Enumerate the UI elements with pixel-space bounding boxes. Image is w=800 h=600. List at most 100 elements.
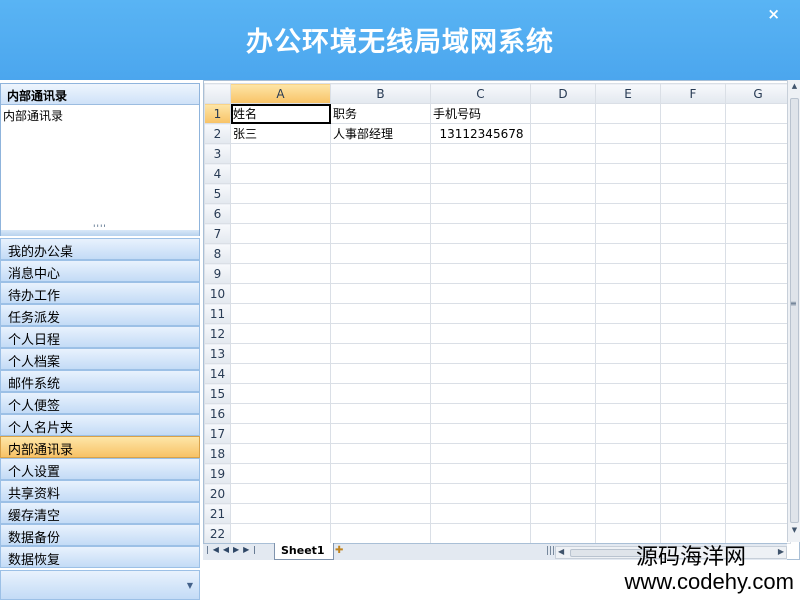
cell[interactable]: [230, 483, 331, 504]
cell[interactable]: [530, 443, 596, 464]
cell[interactable]: [530, 123, 596, 144]
cell[interactable]: [595, 263, 661, 284]
cell[interactable]: [530, 523, 596, 544]
cell[interactable]: [725, 283, 791, 304]
cell[interactable]: [230, 463, 331, 484]
cell[interactable]: [725, 443, 791, 464]
cell[interactable]: [530, 203, 596, 224]
cell[interactable]: [595, 183, 661, 204]
scroll-thumb[interactable]: [790, 98, 799, 523]
cell[interactable]: [430, 463, 531, 484]
cell[interactable]: [725, 243, 791, 264]
cell[interactable]: [660, 283, 726, 304]
cell[interactable]: [330, 303, 431, 324]
cell[interactable]: [430, 143, 531, 164]
cell[interactable]: [430, 523, 531, 544]
row-header[interactable]: 8: [204, 243, 231, 264]
row-header[interactable]: 6: [204, 203, 231, 224]
cell[interactable]: [230, 283, 331, 304]
column-header[interactable]: D: [530, 83, 596, 104]
cell[interactable]: [230, 163, 331, 184]
row-header[interactable]: 13: [204, 343, 231, 364]
row-header[interactable]: 15: [204, 383, 231, 404]
column-header[interactable]: A: [230, 83, 331, 104]
sheet-tab[interactable]: Sheet1: [274, 543, 334, 560]
column-header[interactable]: F: [660, 83, 726, 104]
cell[interactable]: [230, 143, 331, 164]
cell[interactable]: [330, 423, 431, 444]
select-all-corner[interactable]: [204, 83, 231, 104]
cell[interactable]: [530, 383, 596, 404]
cell[interactable]: [660, 143, 726, 164]
cell[interactable]: [530, 363, 596, 384]
cell[interactable]: [530, 343, 596, 364]
add-sheet-icon[interactable]: ✚: [335, 545, 343, 556]
nav-item[interactable]: 任务派发: [0, 304, 200, 326]
cell[interactable]: [230, 443, 331, 464]
cell[interactable]: [595, 283, 661, 304]
cell[interactable]: [330, 503, 431, 524]
nav-item[interactable]: 个人档案: [0, 348, 200, 370]
cell[interactable]: [530, 283, 596, 304]
cell[interactable]: [595, 123, 661, 144]
cell[interactable]: [595, 223, 661, 244]
row-header[interactable]: 11: [204, 303, 231, 324]
cell[interactable]: [725, 483, 791, 504]
cell[interactable]: [660, 163, 726, 184]
cell[interactable]: [660, 403, 726, 424]
nav-item[interactable]: 个人便签: [0, 392, 200, 414]
cell[interactable]: [330, 183, 431, 204]
nav-item[interactable]: 个人日程: [0, 326, 200, 348]
cell[interactable]: [660, 123, 726, 144]
cell[interactable]: [660, 463, 726, 484]
cell[interactable]: [660, 323, 726, 344]
cell[interactable]: [230, 263, 331, 284]
cell[interactable]: [330, 483, 431, 504]
cell[interactable]: [725, 123, 791, 144]
cell[interactable]: [430, 203, 531, 224]
cell[interactable]: [230, 383, 331, 404]
cell[interactable]: [430, 423, 531, 444]
cell[interactable]: [660, 203, 726, 224]
row-header[interactable]: 18: [204, 443, 231, 464]
cell[interactable]: [430, 163, 531, 184]
cell[interactable]: [230, 403, 331, 424]
cell[interactable]: [530, 423, 596, 444]
cell[interactable]: [725, 263, 791, 284]
row-header[interactable]: 19: [204, 463, 231, 484]
cell[interactable]: [660, 363, 726, 384]
cell[interactable]: [330, 143, 431, 164]
column-header[interactable]: E: [595, 83, 661, 104]
close-button[interactable]: ×: [767, 5, 780, 23]
cell[interactable]: [660, 523, 726, 544]
cell[interactable]: [725, 223, 791, 244]
row-header[interactable]: 22: [204, 523, 231, 544]
cell[interactable]: [430, 223, 531, 244]
cell[interactable]: [725, 343, 791, 364]
nav-item[interactable]: 邮件系统: [0, 370, 200, 392]
row-header[interactable]: 2: [204, 123, 231, 144]
cell[interactable]: [330, 263, 431, 284]
row-header[interactable]: 7: [204, 223, 231, 244]
cell[interactable]: [230, 323, 331, 344]
cell[interactable]: [660, 383, 726, 404]
nav-item[interactable]: 个人设置: [0, 458, 200, 480]
cell[interactable]: [330, 463, 431, 484]
cell[interactable]: [530, 163, 596, 184]
cell[interactable]: [330, 443, 431, 464]
panel-tree-item[interactable]: 内部通讯录: [1, 105, 199, 124]
cell[interactable]: [330, 203, 431, 224]
nav-item[interactable]: 消息中心: [0, 260, 200, 282]
cell[interactable]: [430, 283, 531, 304]
cell[interactable]: [725, 163, 791, 184]
cell[interactable]: [530, 303, 596, 324]
cell[interactable]: [330, 383, 431, 404]
cell[interactable]: [430, 243, 531, 264]
cell[interactable]: [330, 323, 431, 344]
cell[interactable]: [595, 303, 661, 324]
cell[interactable]: [595, 343, 661, 364]
cell[interactable]: [725, 463, 791, 484]
cell[interactable]: [660, 423, 726, 444]
cell[interactable]: [660, 263, 726, 284]
cell[interactable]: [230, 303, 331, 324]
